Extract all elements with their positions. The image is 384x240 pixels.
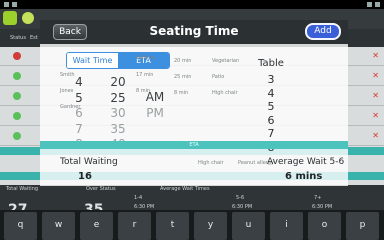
seating-time-dialog: Back Seating Time Add Wait Time ETA Smit…	[40, 20, 348, 186]
picker-value-selected: 6	[75, 106, 83, 120]
total-waiting-label: Total Waiting	[60, 157, 118, 167]
analytics-label: Total Waiting	[6, 186, 39, 192]
status-dot-icon	[13, 92, 21, 100]
keyboard-key[interactable]: w	[42, 212, 75, 240]
table-label: Table	[258, 58, 284, 69]
ghost-text: 20 min	[174, 58, 192, 64]
battery-icon	[375, 2, 380, 7]
notification-icon	[4, 2, 9, 7]
keyboard-key[interactable]: q	[4, 212, 37, 240]
analytics-label: 7+	[314, 195, 322, 201]
picker-value: 20	[110, 75, 126, 89]
picker-value: 35	[110, 121, 126, 136]
picker-value: 25	[110, 90, 126, 105]
wait-time-option[interactable]: Wait Time	[67, 53, 118, 68]
keyboard-key[interactable]: p	[346, 212, 379, 240]
add-button[interactable]: Add	[305, 23, 341, 40]
table-value: 4	[267, 86, 275, 100]
keyboard-key[interactable]: e	[80, 212, 113, 240]
picker-value: PM	[146, 105, 164, 120]
ampm-picker[interactable]: AM PM	[142, 90, 168, 121]
soft-keyboard: q w e r t y u i o p	[0, 210, 384, 240]
keyboard-key[interactable]: y	[194, 212, 227, 240]
app-logo-icon	[3, 11, 17, 25]
dialog-title: Seating Time	[149, 24, 239, 38]
picker-value: 7	[75, 121, 83, 136]
status-dot-icon	[13, 132, 21, 140]
signal-icon	[367, 2, 372, 7]
ghost-text: High chair	[198, 160, 224, 166]
table-value: 6	[267, 113, 275, 127]
app-badge-icon	[22, 12, 34, 24]
average-wait-label: Average Wait 5-6	[267, 157, 345, 167]
keyboard-key[interactable]: r	[118, 212, 151, 240]
table-value: 3	[267, 73, 275, 86]
dialog-header: Back Seating Time Add	[40, 20, 348, 44]
ghost-text: 25 min	[174, 74, 192, 80]
keyboard-key[interactable]: t	[156, 212, 189, 240]
status-dot-icon	[13, 112, 21, 120]
analytics-label: Average Wait Times	[160, 186, 210, 192]
picker-value: AM	[145, 90, 165, 104]
ghost-text: 17 min	[136, 72, 154, 78]
table-value: 5	[267, 100, 275, 113]
ghost-text: 8 min	[174, 90, 189, 96]
picker-value-selected: 30	[110, 106, 126, 120]
ghost-text: High chair	[212, 90, 238, 96]
column-header: Est	[30, 35, 38, 41]
picker-value: 4	[75, 75, 83, 89]
status-dot-icon	[13, 52, 21, 60]
delete-icon[interactable]: ✕	[372, 131, 379, 140]
average-wait-value: 6 mins	[285, 171, 323, 182]
status-dot-icon	[13, 72, 21, 80]
delete-icon[interactable]: ✕	[372, 111, 379, 120]
status-bar	[0, 0, 384, 9]
delete-icon[interactable]: ✕	[372, 91, 379, 100]
notification-icon	[12, 2, 17, 7]
ghost-text: Vegetarian	[212, 58, 240, 64]
eta-strip: ETA	[40, 141, 348, 149]
column-header: Status	[10, 35, 26, 41]
total-waiting-value: 16	[78, 171, 92, 182]
keyboard-key[interactable]: o	[308, 212, 341, 240]
picker-value: 5	[75, 90, 83, 105]
ghost-text: Patio	[212, 74, 225, 80]
ghost-text: Waiting	[136, 55, 155, 61]
analytics-label: 1-4	[134, 195, 143, 201]
delete-icon[interactable]: ✕	[372, 71, 379, 80]
analytics-label: Over Status	[86, 186, 116, 192]
keyboard-key[interactable]: i	[270, 212, 303, 240]
analytics-label: 5-6	[236, 195, 245, 201]
delete-icon[interactable]: ✕	[372, 51, 379, 60]
table-value: 7	[267, 127, 275, 140]
keyboard-key[interactable]: u	[232, 212, 265, 240]
